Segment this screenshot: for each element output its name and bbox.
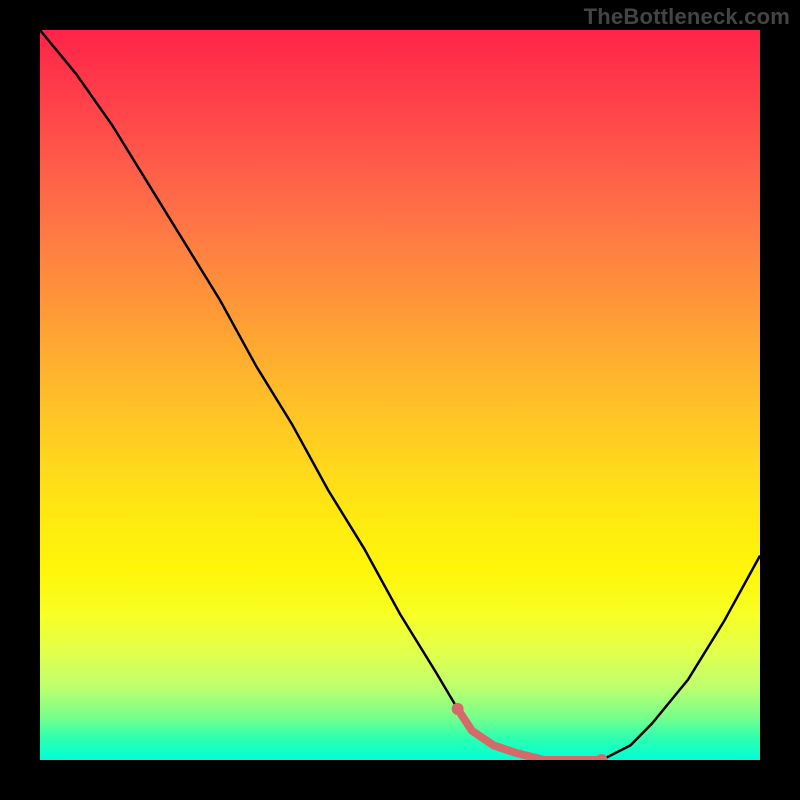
highlight-start-dot: [452, 703, 464, 715]
plot-area: [40, 30, 760, 760]
highlight-end-dot: [596, 754, 608, 760]
main-curve: [40, 30, 760, 760]
curve-layer: [40, 30, 760, 760]
watermark-label: TheBottleneck.com: [584, 4, 790, 30]
highlight-segment: [458, 709, 602, 760]
chart-container: TheBottleneck.com: [0, 0, 800, 800]
